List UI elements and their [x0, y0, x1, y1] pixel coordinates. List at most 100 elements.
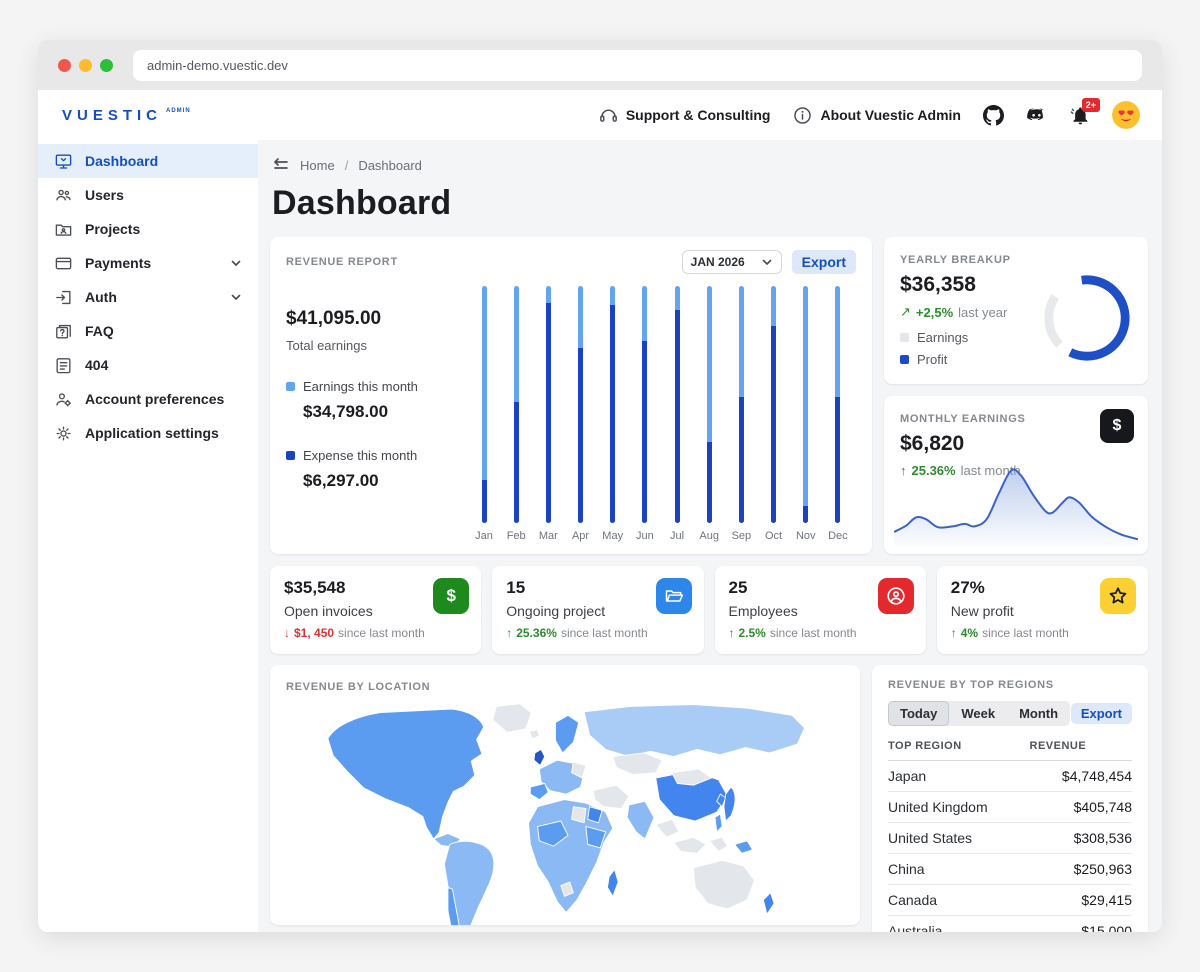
- bar-column[interactable]: Dec: [826, 286, 850, 544]
- browser-window: admin-demo.vuestic.dev VUESTIC ADMIN Sup…: [38, 40, 1162, 932]
- trend-down-arrow-icon: ↓: [284, 626, 290, 640]
- about-vuestic-link[interactable]: About Vuestic Admin: [792, 105, 961, 126]
- bar-column[interactable]: Jan: [472, 286, 496, 544]
- bar-column[interactable]: Mar: [536, 286, 560, 544]
- trend-up-arrow-icon: ↑: [506, 626, 512, 640]
- earnings-legend-label: Earnings this month: [303, 379, 418, 394]
- bar-column[interactable]: Oct: [762, 286, 786, 544]
- sidebar-item-application-settings[interactable]: Application settings: [38, 416, 258, 450]
- table-row: United States $308,536: [888, 823, 1132, 854]
- table-row: Canada $29,415: [888, 885, 1132, 916]
- sidebar-item-account-preferences[interactable]: Account preferences: [38, 382, 258, 416]
- sidebar-label: Auth: [85, 289, 117, 305]
- region-revenue: $4,748,454: [1030, 761, 1132, 792]
- breadcrumb-home[interactable]: Home: [300, 158, 335, 173]
- minimize-window-button[interactable]: [79, 59, 92, 72]
- tab-week[interactable]: Week: [949, 701, 1007, 726]
- user-avatar[interactable]: [1112, 101, 1140, 129]
- bar-column[interactable]: Apr: [569, 286, 593, 544]
- breadcrumb-separator: /: [345, 158, 349, 173]
- map-region-new-zealand: [763, 893, 774, 915]
- folder-open-icon: [656, 578, 692, 614]
- url-bar[interactable]: admin-demo.vuestic.dev: [133, 50, 1142, 81]
- table-row: Australia $15,000: [888, 916, 1132, 933]
- stat-delta-suffix: since last month: [338, 626, 425, 640]
- quiz-icon: [54, 322, 73, 341]
- maximize-window-button[interactable]: [100, 59, 113, 72]
- page-title: Dashboard: [272, 184, 1148, 223]
- app-header: VUESTIC ADMIN Support & Consulting About…: [38, 90, 1162, 140]
- close-window-button[interactable]: [58, 59, 71, 72]
- sidebar-item-auth[interactable]: Auth: [38, 280, 258, 314]
- stat-delta-value: 2.5%: [739, 626, 766, 640]
- bar-column[interactable]: Aug: [697, 286, 721, 544]
- dollar-icon: $: [433, 578, 469, 614]
- stat-delta-value: $1, 450: [294, 626, 334, 640]
- chevron-down-icon: [761, 256, 773, 268]
- map-region-borneo: [710, 837, 728, 851]
- map-region-indonesia: [674, 837, 706, 853]
- sidebar-item-404[interactable]: 404: [38, 348, 258, 382]
- tab-month[interactable]: Month: [1007, 701, 1070, 726]
- stat-card-ongoing-project: 15 Ongoing project ↑ 25.36% since last m…: [492, 566, 703, 654]
- top-regions-title: REVENUE BY TOP REGIONS: [888, 679, 1054, 691]
- logo-text: VUESTIC: [62, 107, 162, 124]
- support-consulting-link[interactable]: Support & Consulting: [598, 105, 771, 126]
- stat-delta-suffix: since last month: [770, 626, 857, 640]
- region-name: United Kingdom: [888, 792, 1030, 823]
- earnings-label: Earnings: [917, 330, 968, 345]
- revenue-bar-chart[interactable]: Jan Feb Mar Apr May Jun Jul Aug Sep Oct Nov Dec: [458, 278, 856, 544]
- map-region-iceland: [529, 730, 539, 739]
- bar-column[interactable]: Feb: [504, 286, 528, 544]
- map-region-greenland: [493, 704, 532, 733]
- sidebar-item-users[interactable]: Users: [38, 178, 258, 212]
- bar-column[interactable]: Jul: [665, 286, 689, 544]
- table-row: China $250,963: [888, 854, 1132, 885]
- column-header-revenue: REVENUE: [1030, 734, 1132, 761]
- trend-up-arrow-icon: ↑: [951, 626, 957, 640]
- discord-icon[interactable]: [1026, 105, 1047, 126]
- bar-column[interactable]: May: [601, 286, 625, 544]
- tab-today[interactable]: Today: [888, 701, 949, 726]
- yearly-breakup-donut-chart[interactable]: [1040, 271, 1134, 365]
- dashboard-icon: [54, 152, 73, 171]
- map-region-indochina: [656, 819, 679, 837]
- info-icon: [792, 105, 813, 126]
- month-select[interactable]: JAN 2026: [682, 250, 782, 274]
- map-region-north-america: [328, 709, 484, 839]
- sidebar-item-dashboard[interactable]: Dashboard: [38, 144, 258, 178]
- monthly-earnings-value: $6,820: [900, 432, 1132, 456]
- github-icon[interactable]: [983, 105, 1004, 126]
- yearly-delta-suffix: last year: [958, 305, 1007, 320]
- sidebar-item-payments[interactable]: Payments: [38, 246, 258, 280]
- vuestic-logo[interactable]: VUESTIC ADMIN: [62, 107, 191, 124]
- notification-badge: 2+: [1082, 98, 1100, 112]
- region-name: China: [888, 854, 1030, 885]
- stat-delta-suffix: since last month: [982, 626, 1069, 640]
- collapse-sidebar-icon[interactable]: [272, 156, 290, 174]
- revenue-by-top-regions-card: REVENUE BY TOP REGIONS Today Week Month …: [872, 665, 1148, 932]
- bar-column[interactable]: Sep: [729, 286, 753, 544]
- stat-card-open-invoices: $35,548 Open invoices ↓ $1, 450 since la…: [270, 566, 481, 654]
- bar-column[interactable]: Nov: [794, 286, 818, 544]
- bar-column[interactable]: Jun: [633, 286, 657, 544]
- sidebar-item-faq[interactable]: FAQ: [38, 314, 258, 348]
- monthly-earnings-area-chart[interactable]: [894, 458, 1138, 546]
- notifications-button[interactable]: 2+: [1069, 105, 1090, 126]
- revenue-export-button[interactable]: Export: [792, 250, 856, 274]
- table-row: United Kingdom $405,748: [888, 792, 1132, 823]
- sidebar-label: FAQ: [85, 323, 114, 339]
- revenue-by-location-title: REVENUE BY LOCATION: [286, 681, 430, 693]
- world-map[interactable]: [286, 701, 850, 925]
- map-region-papua: [735, 841, 753, 854]
- profit-label: Profit: [917, 352, 947, 367]
- regions-export-button[interactable]: Export: [1071, 703, 1132, 724]
- revenue-report-title: REVENUE REPORT: [286, 256, 398, 268]
- star-icon: [1100, 578, 1136, 614]
- map-region-madagascar: [607, 869, 618, 896]
- chevron-down-icon: [230, 291, 242, 303]
- map-region-australia: [693, 860, 754, 908]
- region-revenue: $405,748: [1030, 792, 1132, 823]
- stat-delta-value: 4%: [961, 626, 978, 640]
- sidebar-item-projects[interactable]: Projects: [38, 212, 258, 246]
